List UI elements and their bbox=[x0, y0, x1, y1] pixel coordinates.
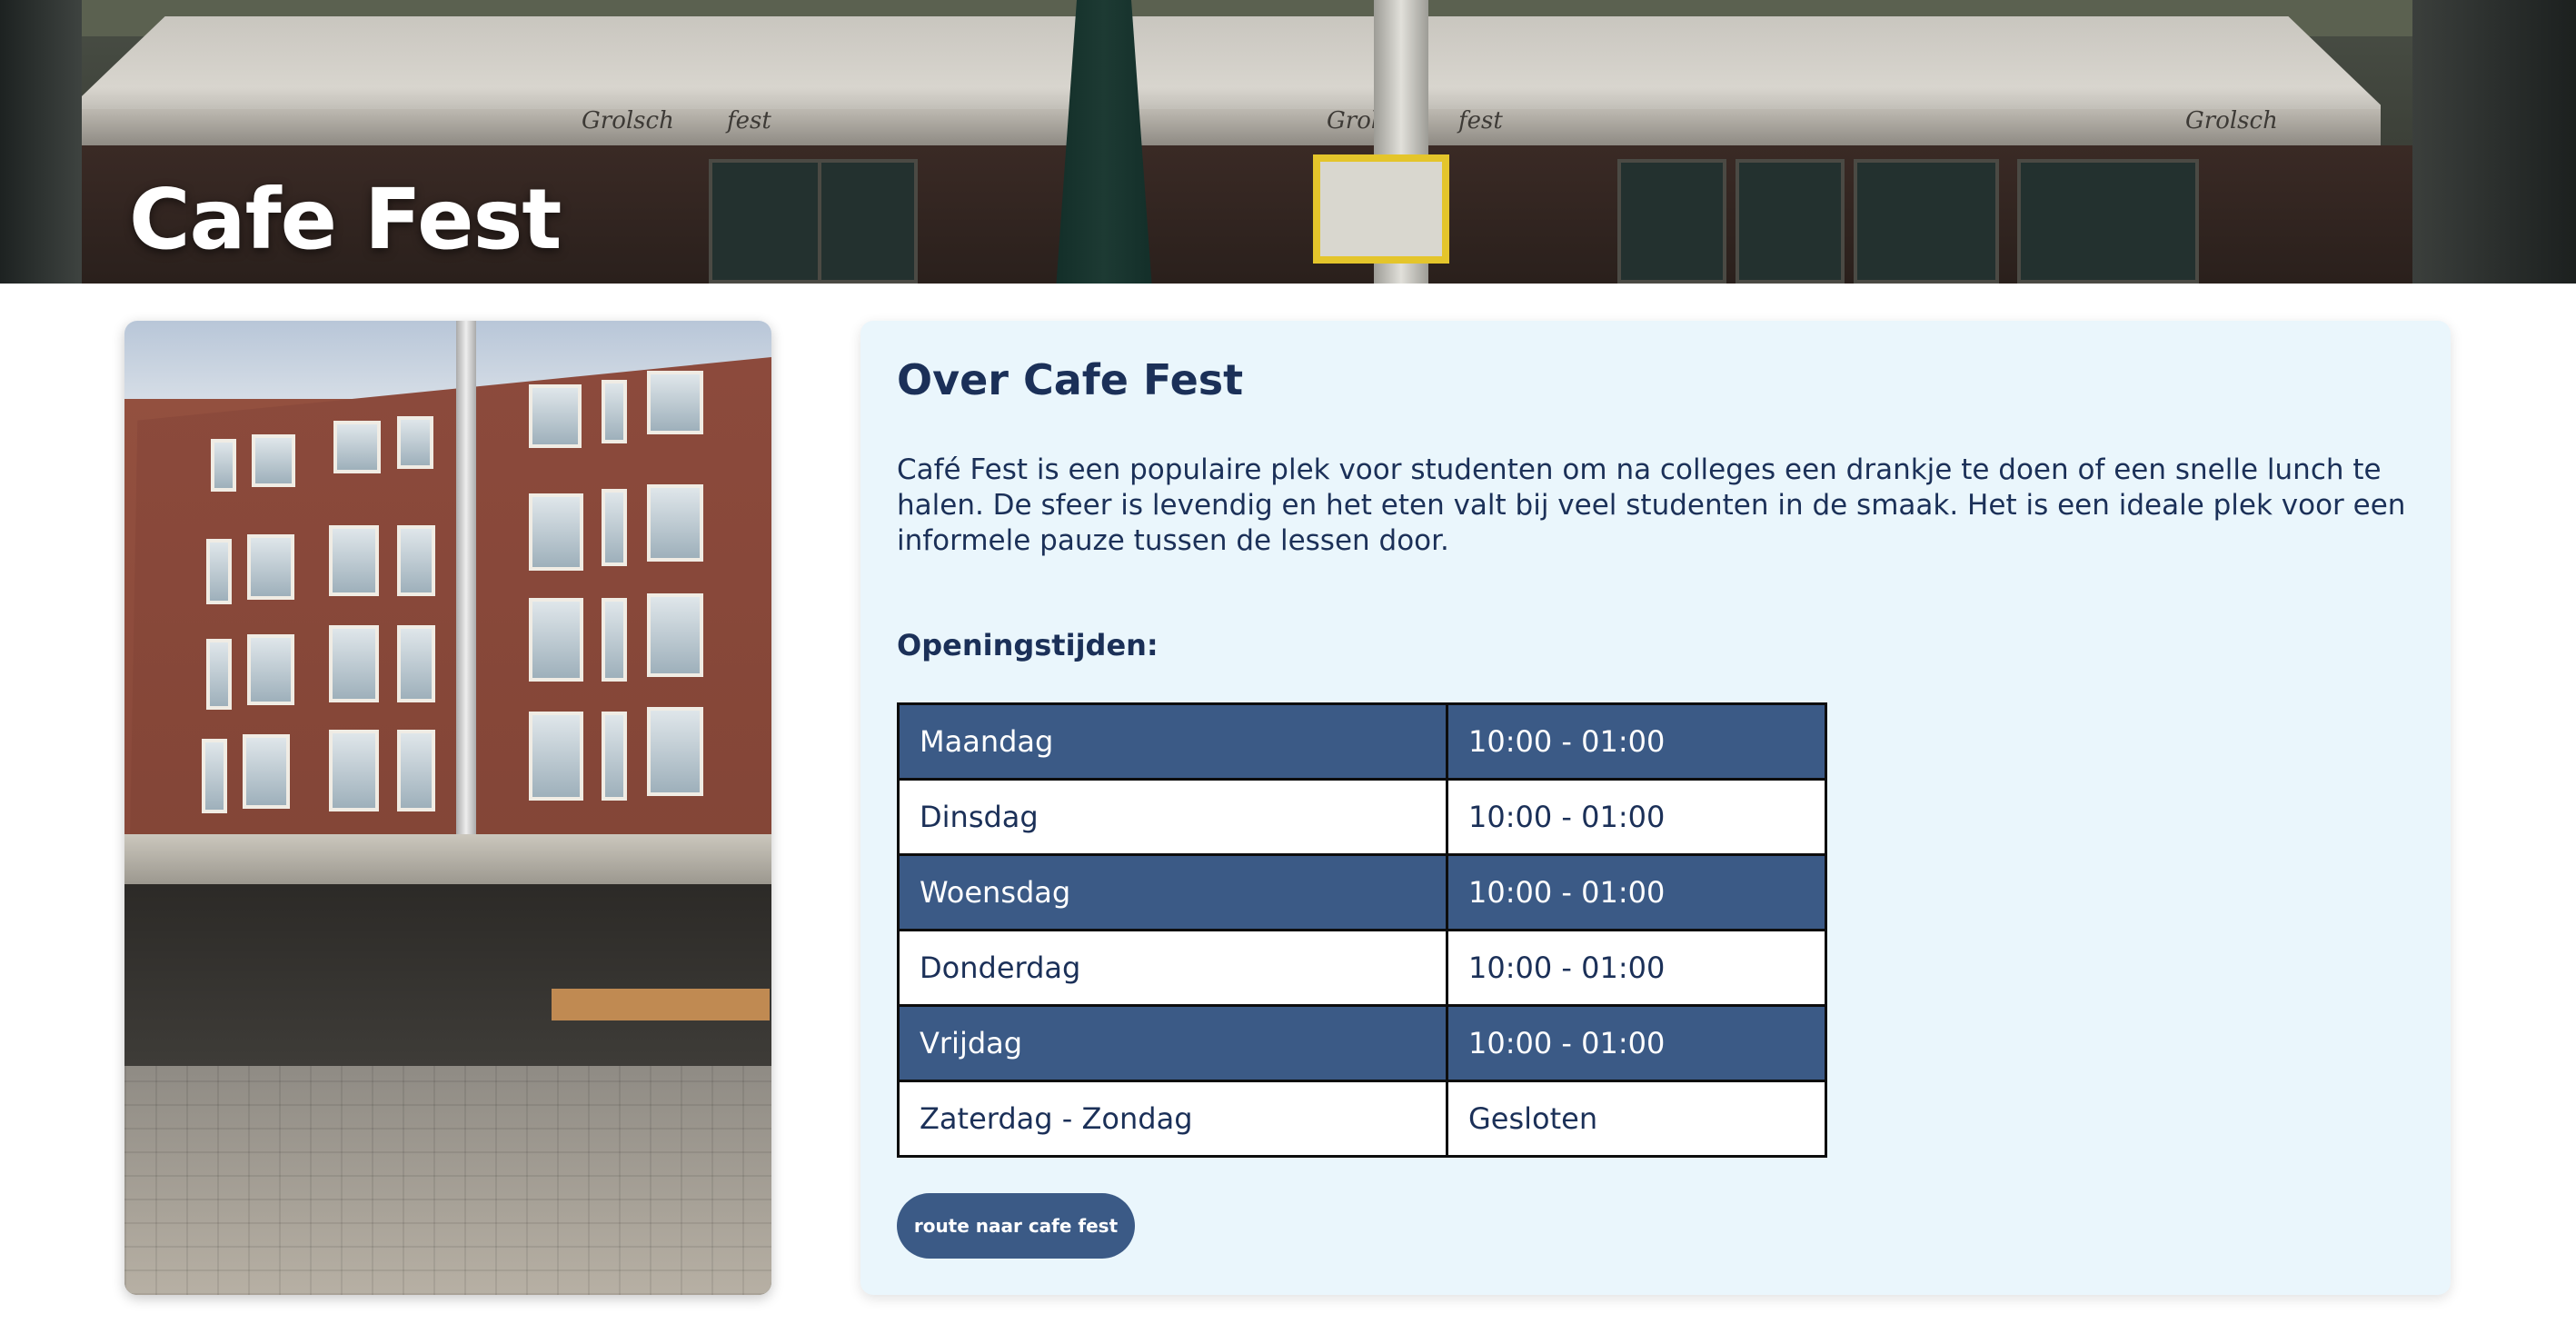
photo-window bbox=[602, 712, 627, 801]
table-row: Dinsdag 10:00 - 01:00 bbox=[897, 778, 1827, 856]
hero-window bbox=[1617, 159, 1726, 284]
day-cell: Maandag bbox=[897, 702, 1448, 781]
photo-window bbox=[333, 421, 381, 473]
photo-window bbox=[529, 712, 583, 801]
photo-window bbox=[602, 598, 627, 682]
photo-window bbox=[397, 416, 433, 469]
time-cell: 10:00 - 01:00 bbox=[1446, 778, 1827, 856]
photo-window bbox=[529, 384, 582, 448]
photo-window bbox=[211, 439, 236, 492]
day-cell: Vrijdag bbox=[897, 1004, 1448, 1082]
photo-window bbox=[247, 634, 294, 705]
hero-banner: Grolsch fest Grolsch fest Grolsch Cafe F… bbox=[0, 0, 2576, 284]
photo-window bbox=[602, 380, 627, 443]
photo-window bbox=[529, 493, 583, 571]
photo-window bbox=[243, 734, 290, 809]
table-row: Maandag 10:00 - 01:00 bbox=[897, 702, 1827, 781]
photo-window bbox=[602, 489, 627, 566]
photo-window bbox=[397, 525, 435, 596]
photo-window bbox=[647, 707, 703, 796]
table-row: Donderdag 10:00 - 01:00 bbox=[897, 929, 1827, 1007]
day-cell: Woensdag bbox=[897, 853, 1448, 931]
photo-window bbox=[529, 598, 583, 682]
photo-picnic-table bbox=[552, 989, 770, 1020]
hero-edge-left bbox=[0, 0, 82, 284]
about-card: Over Cafe Fest Café Fest is een populair… bbox=[860, 321, 2451, 1295]
photo-window bbox=[397, 730, 435, 811]
photo-window bbox=[397, 625, 435, 702]
opening-hours-label: Openingstijden: bbox=[897, 628, 1159, 662]
page-title: Cafe Fest bbox=[129, 171, 562, 268]
photo-window bbox=[206, 539, 232, 604]
photo-window bbox=[329, 730, 379, 811]
table-row: Vrijdag 10:00 - 01:00 bbox=[897, 1004, 1827, 1082]
awning-brand-text: fest bbox=[1458, 107, 1503, 134]
route-button[interactable]: route naar cafe fest bbox=[897, 1193, 1135, 1259]
photo-window bbox=[247, 534, 294, 600]
photo-awning bbox=[124, 834, 771, 884]
about-description: Café Fest is een populaire plek voor stu… bbox=[897, 453, 2406, 557]
awning-brand-text: Grolsch bbox=[2185, 107, 2278, 134]
hero-window bbox=[818, 159, 918, 284]
table-row: Zaterdag - Zondag Gesloten bbox=[897, 1080, 1827, 1158]
photo-window bbox=[329, 525, 379, 596]
day-cell: Dinsdag bbox=[897, 778, 1448, 856]
photo-terrace bbox=[124, 884, 771, 1066]
hero-window bbox=[1854, 159, 1999, 284]
about-title: Over Cafe Fest bbox=[897, 355, 1244, 404]
photo-window bbox=[252, 434, 295, 487]
photo-window bbox=[647, 371, 703, 434]
awning-brand-text: fest bbox=[727, 107, 771, 134]
hero-sign bbox=[1313, 154, 1449, 264]
photo-window bbox=[329, 625, 379, 702]
photo-window bbox=[206, 639, 232, 710]
time-cell: 10:00 - 01:00 bbox=[1446, 853, 1827, 931]
hero-edge-right bbox=[2412, 0, 2576, 284]
day-cell: Donderdag bbox=[897, 929, 1448, 1007]
photo-window bbox=[647, 593, 703, 677]
hero-window bbox=[1736, 159, 1845, 284]
time-cell: Gesloten bbox=[1446, 1080, 1827, 1158]
photo-window bbox=[647, 484, 703, 562]
cafe-photo bbox=[124, 321, 771, 1295]
time-cell: 10:00 - 01:00 bbox=[1446, 1004, 1827, 1082]
hero-window bbox=[2017, 159, 2199, 284]
opening-hours-table: Maandag 10:00 - 01:00 Dinsdag 10:00 - 01… bbox=[897, 702, 1827, 1158]
time-cell: 10:00 - 01:00 bbox=[1446, 702, 1827, 781]
photo-window bbox=[202, 739, 227, 813]
day-cell: Zaterdag - Zondag bbox=[897, 1080, 1448, 1158]
awning-brand-text: Grolsch bbox=[582, 107, 674, 134]
time-cell: 10:00 - 01:00 bbox=[1446, 929, 1827, 1007]
table-row: Woensdag 10:00 - 01:00 bbox=[897, 853, 1827, 931]
hero-awning-edge bbox=[73, 109, 2381, 145]
photo-cobblestones bbox=[124, 1066, 771, 1295]
